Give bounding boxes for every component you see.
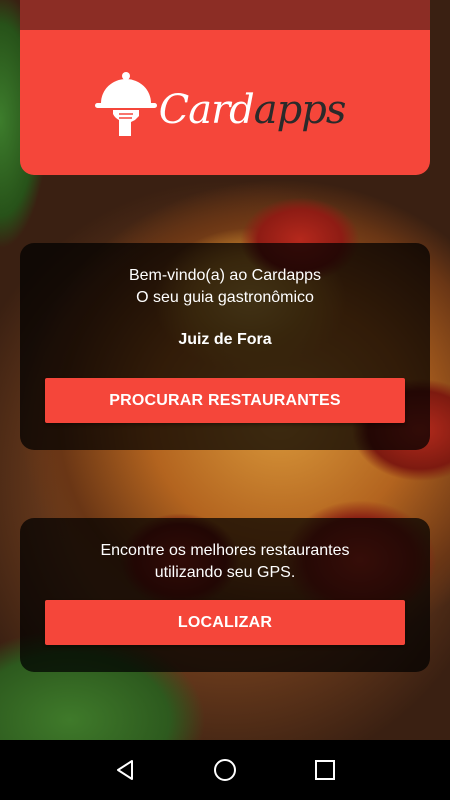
gps-line-1: Encontre os melhores restaurantes [100,542,350,559]
nav-back-button[interactable] [100,745,150,795]
android-navigation-bar [0,740,450,800]
nav-recents-button[interactable] [300,745,350,795]
welcome-text: Bem-vindo(a) ao Cardapps O seu guia gast… [20,243,430,351]
logo-text-apps: apps [253,86,347,133]
app-logo: Cardapps [94,70,347,138]
search-restaurants-button[interactable]: PROCURAR RESTAURANTES [45,378,405,423]
home-icon [214,759,236,781]
welcome-panel: Bem-vindo(a) ao Cardapps O seu guia gast… [20,243,430,450]
gps-panel: Encontre os melhores restaurantes utiliz… [20,518,430,672]
app-header: Cardapps [20,30,430,175]
nav-home-button[interactable] [200,745,250,795]
gps-line-2: utilizando seu GPS. [154,564,296,581]
logo-text-card: Card [158,86,255,133]
cloche-hand-icon [94,71,157,136]
gps-text: Encontre os melhores restaurantes utiliz… [20,518,430,584]
logo-wordmark: Cardapps [158,86,347,133]
welcome-line-1: Bem-vindo(a) ao Cardapps [128,267,322,284]
back-icon [117,760,133,780]
recents-icon [315,760,335,780]
locate-button[interactable]: LOCALIZAR [45,600,405,645]
status-bar-strip [20,0,430,30]
welcome-line-2: O seu guia gastronômico [136,289,314,306]
city-name: Juiz de Fora [178,331,272,348]
